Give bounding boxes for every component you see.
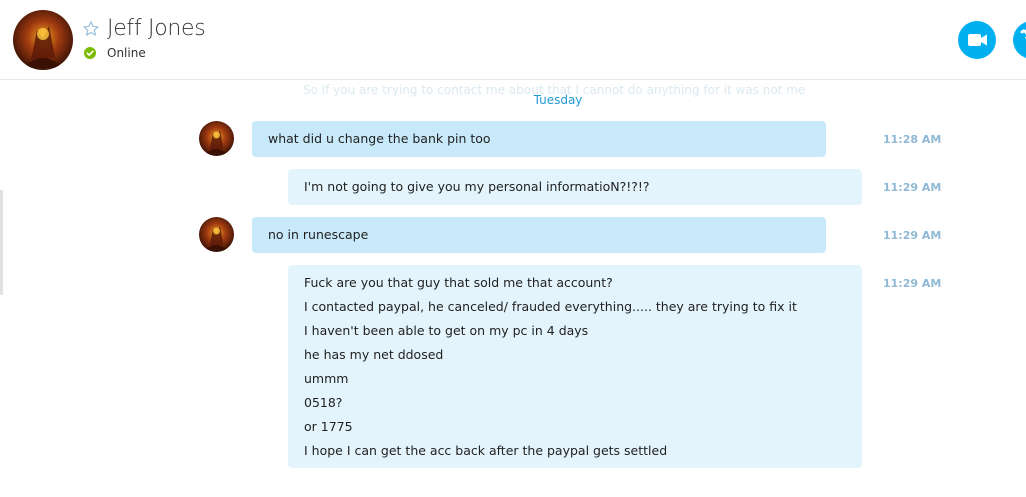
presence-status: Online <box>107 46 146 60</box>
message-text: what did u change the bank pin too <box>268 131 491 146</box>
sender-avatar[interactable] <box>199 217 234 252</box>
sidebar-edge <box>0 190 3 295</box>
message-timestamp: 11:29 AM <box>883 181 942 194</box>
message-text: I hope I can get the acc back after the … <box>304 443 668 458</box>
phone-icon <box>1020 29 1026 40</box>
video-camera-icon <box>968 34 987 46</box>
online-status-icon <box>84 47 96 59</box>
message-bubble-incoming[interactable]: no in runescape <box>252 217 826 253</box>
day-divider: Tuesday <box>533 93 583 107</box>
message-text: he has my net ddosed <box>304 347 444 362</box>
message-text: I haven't been able to get on my pc in 4… <box>304 323 589 338</box>
message-bubble-incoming[interactable]: what did u change the bank pin too <box>252 121 826 157</box>
audio-call-button[interactable] <box>1013 21 1026 59</box>
message-timestamp: 11:28 AM <box>883 133 942 146</box>
message-text: or 1775 <box>304 419 353 434</box>
message-timestamp: 11:29 AM <box>883 229 942 242</box>
message-text: 0518? <box>304 395 343 410</box>
message-text: ummm <box>304 371 349 386</box>
message-text: I contacted paypal, he canceled/ frauded… <box>304 299 797 314</box>
sender-avatar[interactable] <box>199 121 234 156</box>
message-text: no in runescape <box>268 227 369 242</box>
message-text: Fuck are you that guy that sold me that … <box>304 275 613 290</box>
message-text: I'm not going to give you my personal in… <box>304 179 650 194</box>
message-bubble-outgoing[interactable]: I'm not going to give you my personal in… <box>288 169 862 205</box>
contact-name[interactable]: Jeff Jones <box>107 16 206 41</box>
message-bubble-outgoing[interactable]: Fuck are you that guy that sold me that … <box>288 265 862 468</box>
message-timestamp: 11:29 AM <box>883 277 942 290</box>
favorite-star-icon[interactable] <box>82 20 100 38</box>
contact-avatar[interactable] <box>13 10 73 70</box>
conversation-header: Jeff Jones Online <box>0 0 1026 80</box>
video-call-button[interactable] <box>958 21 996 59</box>
